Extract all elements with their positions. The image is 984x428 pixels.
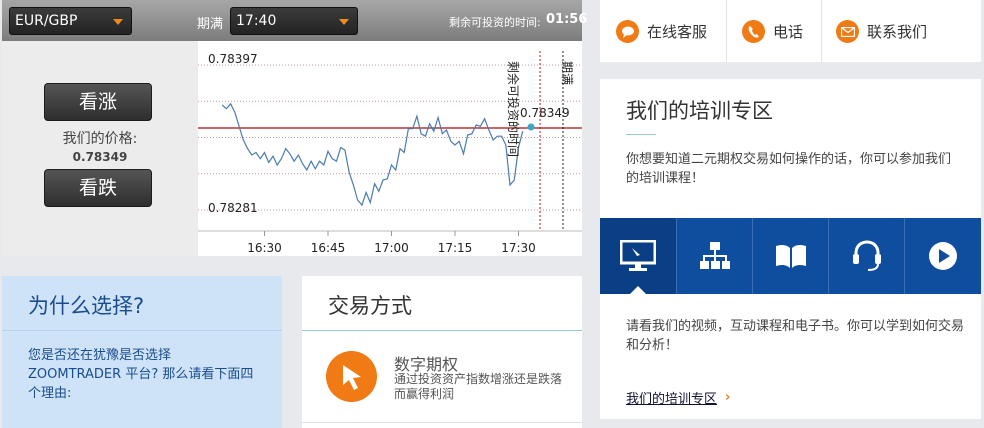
divider — [821, 0, 822, 62]
phone-link[interactable]: 电话 — [742, 20, 803, 43]
current-price-label: 0.78349 — [520, 106, 570, 120]
chevron-right-icon: › — [725, 390, 731, 405]
current-price-dot — [527, 123, 535, 131]
training-tile-play[interactable] — [905, 218, 981, 294]
low-price-label: 0.78281 — [208, 201, 258, 215]
divider — [302, 330, 582, 331]
cursor-icon — [342, 364, 361, 390]
digital-option-desc: 通过投资资产指数增涨还是跌落而赢得利润 — [394, 372, 563, 401]
phone-label: 电话 — [773, 23, 804, 41]
why-choose-text: 您是否还在犹豫是否选择ZOOMTRADER 平台? 那么请看下面四个理由: — [28, 348, 254, 401]
divider — [2, 330, 282, 331]
x-tick-label: 16:30 — [247, 241, 282, 255]
price-value: 0.78349 — [72, 150, 128, 164]
expiry-select-value: 17:40 — [236, 13, 277, 29]
play-icon — [929, 242, 957, 270]
title-underline — [626, 134, 656, 135]
expiry-label: 期满 — [197, 17, 224, 32]
training-tile-ebooks[interactable] — [753, 218, 829, 294]
x-tick-label: 17:00 — [374, 241, 409, 255]
expiry-select[interactable]: 17:40 — [230, 7, 358, 35]
book-icon — [776, 244, 806, 268]
asset-select-value: EUR/GBP — [15, 13, 78, 29]
training-description: 你想要知道二元期权交易如何操作的话，你可以参加我们的培训课程！ — [626, 152, 952, 186]
contact-us-label: 联系我们 — [867, 23, 928, 41]
training-tile-video[interactable] — [600, 218, 676, 294]
training-title: 我们的培训专区 — [626, 99, 773, 123]
monitor-icon — [620, 240, 656, 271]
remaining-time-value: 01:56 — [546, 12, 588, 27]
chat-bubble-icon — [616, 20, 639, 43]
asset-select[interactable]: EUR/GBP — [9, 7, 132, 35]
expiry-marker-label: 期满 — [560, 61, 574, 85]
x-tick-label: 16:45 — [311, 241, 346, 255]
price-label: 我们的价格: — [62, 131, 138, 147]
divider — [726, 0, 727, 62]
envelope-icon — [836, 20, 859, 43]
high-price-label: 0.78397 — [208, 52, 258, 66]
trade-panel — [2, 41, 198, 256]
call-button[interactable]: 看涨 — [44, 83, 152, 121]
chevron-down-icon — [339, 19, 349, 25]
training-description-2: 请看我们的视频，互动课程和电子书。你可以学到如何交易和分析！ — [626, 319, 965, 353]
x-tick-label: 17:30 — [501, 241, 536, 255]
price-chart-svg: 0.78397 0.78281 0.78349 剩余可投资的时间 期满 16:3… — [198, 51, 582, 255]
put-button[interactable]: 看跌 — [44, 169, 152, 207]
x-tick-label: 17:15 — [438, 241, 473, 255]
divider — [302, 422, 582, 423]
contact-us-link[interactable]: 联系我们 — [836, 20, 927, 43]
price-chart: 0.78397 0.78281 0.78349 剩余可投资的时间 期满 16:3… — [198, 41, 582, 256]
chevron-down-icon — [113, 19, 123, 25]
training-link-label: 我们的培训专区 — [626, 392, 718, 407]
training-tile-support[interactable] — [829, 218, 905, 294]
phone-icon — [742, 20, 765, 43]
why-choose-title: 为什么选择? — [28, 294, 145, 318]
training-tile-courses[interactable] — [677, 218, 753, 294]
headset-icon — [853, 240, 881, 271]
network-icon — [700, 242, 730, 269]
trade-methods-title: 交易方式 — [328, 294, 412, 318]
digital-option-icon[interactable] — [326, 351, 377, 402]
online-service-link[interactable]: 在线客服 — [616, 20, 707, 43]
remaining-time-label: 剩余可投资的时间: — [449, 16, 541, 29]
training-link[interactable]: 我们的培训专区 › — [626, 388, 730, 407]
online-service-label: 在线客服 — [647, 23, 708, 41]
active-tile-pointer — [630, 286, 646, 294]
price-series-line — [221, 102, 524, 207]
investment-deadline-label: 剩余可投资的时间 — [506, 61, 521, 157]
